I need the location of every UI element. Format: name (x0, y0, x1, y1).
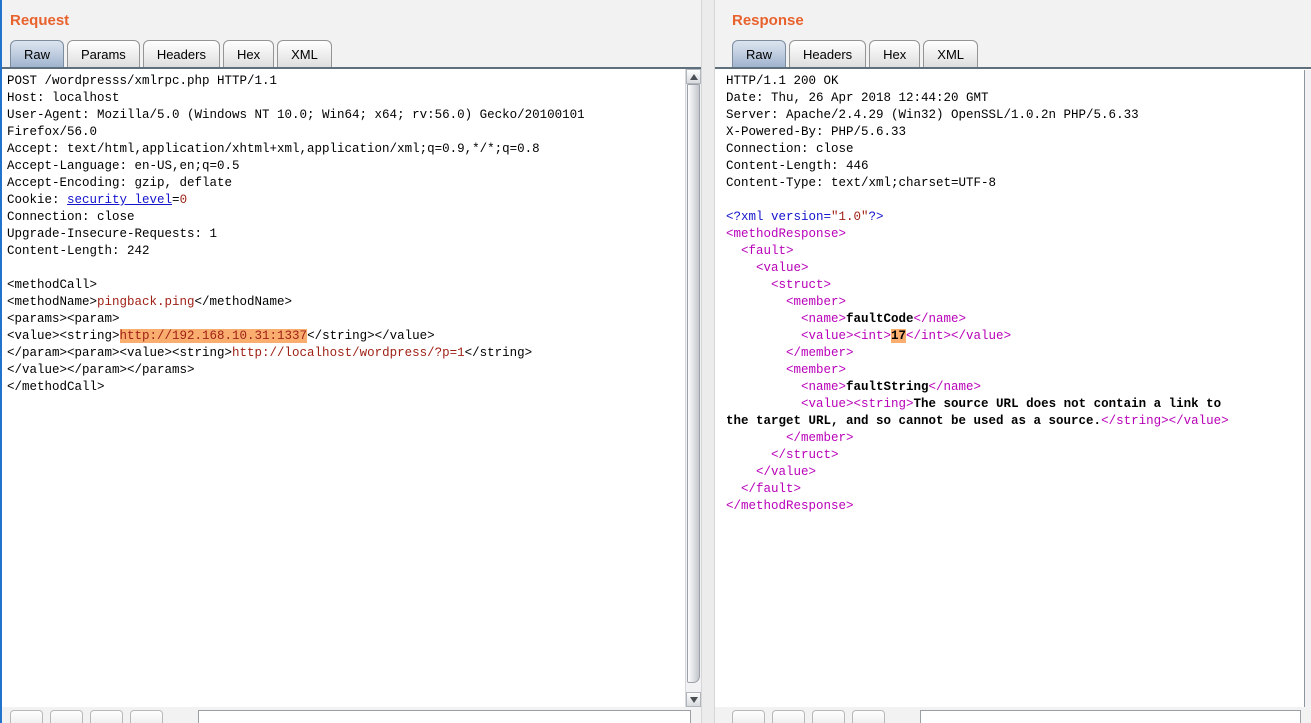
response-search-bar (715, 707, 1311, 723)
code-line: </member> (726, 345, 1311, 362)
triangle-up-icon (690, 74, 698, 80)
search-bar-button[interactable] (732, 710, 765, 723)
code-line: </member> (726, 430, 1311, 447)
code-line: </methodResponse> (726, 498, 1311, 515)
code-line: <value><string>http://192.168.10.31:1337… (7, 328, 685, 345)
response-panel: Response RawHeadersHexXML HTTP/1.1 200 O… (715, 0, 1311, 723)
request-tabbar: RawParamsHeadersHexXML (2, 40, 701, 69)
search-bar-button[interactable] (10, 710, 43, 723)
code-line: <struct> (726, 277, 1311, 294)
search-input[interactable] (198, 710, 691, 723)
code-line: Accept-Language: en-US,en;q=0.5 (7, 158, 685, 175)
request-vertical-scrollbar[interactable] (685, 69, 701, 707)
scroll-down-button[interactable] (686, 692, 701, 707)
code-line: <methodResponse> (726, 226, 1311, 243)
code-line: Upgrade-Insecure-Requests: 1 (7, 226, 685, 243)
code-line: <?xml version="1.0"?> (726, 209, 1311, 226)
tab-headers[interactable]: Headers (789, 40, 866, 67)
code-line: <methodCall> (7, 277, 685, 294)
request-raw-editor[interactable]: POST /wordpresss/xmlrpc.php HTTP/1.1Host… (2, 69, 685, 707)
code-line: </value> (726, 464, 1311, 481)
response-panel-title: Response (715, 0, 1311, 40)
request-search-bar (2, 707, 701, 723)
message-editor-workspace: Request RawParamsHeadersHexXML POST /wor… (0, 0, 1311, 723)
code-line: User-Agent: Mozilla/5.0 (Windows NT 10.0… (7, 107, 685, 124)
code-line: <name>faultCode</name> (726, 311, 1311, 328)
search-bar-button[interactable] (130, 710, 163, 723)
search-bar-button[interactable] (812, 710, 845, 723)
code-line: Cookie: security_level=0 (7, 192, 685, 209)
code-line: Content-Length: 446 (726, 158, 1311, 175)
code-line: X-Powered-By: PHP/5.6.33 (726, 124, 1311, 141)
tab-headers[interactable]: Headers (143, 40, 220, 67)
code-line: <methodName>pingback.ping</methodName> (7, 294, 685, 311)
tab-params[interactable]: Params (67, 40, 140, 67)
code-line: Date: Thu, 26 Apr 2018 12:44:20 GMT (726, 90, 1311, 107)
code-line (726, 192, 1311, 209)
code-line: <params><param> (7, 311, 685, 328)
code-line: Content-Type: text/xml;charset=UTF-8 (726, 175, 1311, 192)
code-line: Content-Length: 242 (7, 243, 685, 260)
code-line: <member> (726, 362, 1311, 379)
window-edge-highlight (0, 0, 2, 723)
response-editor-wrap: HTTP/1.1 200 OKDate: Thu, 26 Apr 2018 12… (715, 69, 1311, 707)
code-line: <fault> (726, 243, 1311, 260)
tab-raw[interactable]: Raw (732, 40, 786, 67)
code-line: </param><param><value><string>http://loc… (7, 345, 685, 362)
code-line (7, 260, 685, 277)
scroll-up-button[interactable] (686, 69, 701, 84)
code-line: <member> (726, 294, 1311, 311)
tab-raw[interactable]: Raw (10, 40, 64, 67)
request-panel-title: Request (2, 0, 701, 40)
tab-xml[interactable]: XML (277, 40, 332, 67)
code-line: Connection: close (7, 209, 685, 226)
code-line: </fault> (726, 481, 1311, 498)
request-panel: Request RawParamsHeadersHexXML POST /wor… (2, 0, 701, 723)
code-line: Server: Apache/2.4.29 (Win32) OpenSSL/1.… (726, 107, 1311, 124)
code-line: <value> (726, 260, 1311, 277)
code-line: <value><int>17</int></value> (726, 328, 1311, 345)
request-editor-wrap: POST /wordpresss/xmlrpc.php HTTP/1.1Host… (2, 69, 701, 707)
code-line: HTTP/1.1 200 OK (726, 73, 1311, 90)
search-bar-button[interactable] (772, 710, 805, 723)
code-line: <name>faultString</name> (726, 379, 1311, 396)
search-bar-button[interactable] (852, 710, 885, 723)
code-line: Host: localhost (7, 90, 685, 107)
triangle-down-icon (690, 697, 698, 703)
tab-xml[interactable]: XML (923, 40, 978, 67)
scrollbar-thumb[interactable] (687, 84, 700, 683)
code-line: <value><string>The source URL does not c… (726, 396, 1311, 413)
search-input[interactable] (920, 710, 1301, 723)
search-bar-button[interactable] (50, 710, 83, 723)
search-bar-button[interactable] (90, 710, 123, 723)
code-line: </struct> (726, 447, 1311, 464)
code-line: POST /wordpresss/xmlrpc.php HTTP/1.1 (7, 73, 685, 90)
response-raw-editor[interactable]: HTTP/1.1 200 OKDate: Thu, 26 Apr 2018 12… (715, 69, 1311, 707)
response-tabbar: RawHeadersHexXML (715, 40, 1311, 69)
code-line: </value></param></params> (7, 362, 685, 379)
code-line: Connection: close (726, 141, 1311, 158)
panel-splitter[interactable] (701, 0, 715, 723)
code-line: </methodCall> (7, 379, 685, 396)
code-line: the target URL, and so cannot be used as… (726, 413, 1311, 430)
code-line: Firefox/56.0 (7, 124, 685, 141)
response-vertical-scrollbar[interactable] (1304, 70, 1311, 707)
tab-hex[interactable]: Hex (869, 40, 920, 67)
tab-hex[interactable]: Hex (223, 40, 274, 67)
code-line: Accept: text/html,application/xhtml+xml,… (7, 141, 685, 158)
code-line: Accept-Encoding: gzip, deflate (7, 175, 685, 192)
